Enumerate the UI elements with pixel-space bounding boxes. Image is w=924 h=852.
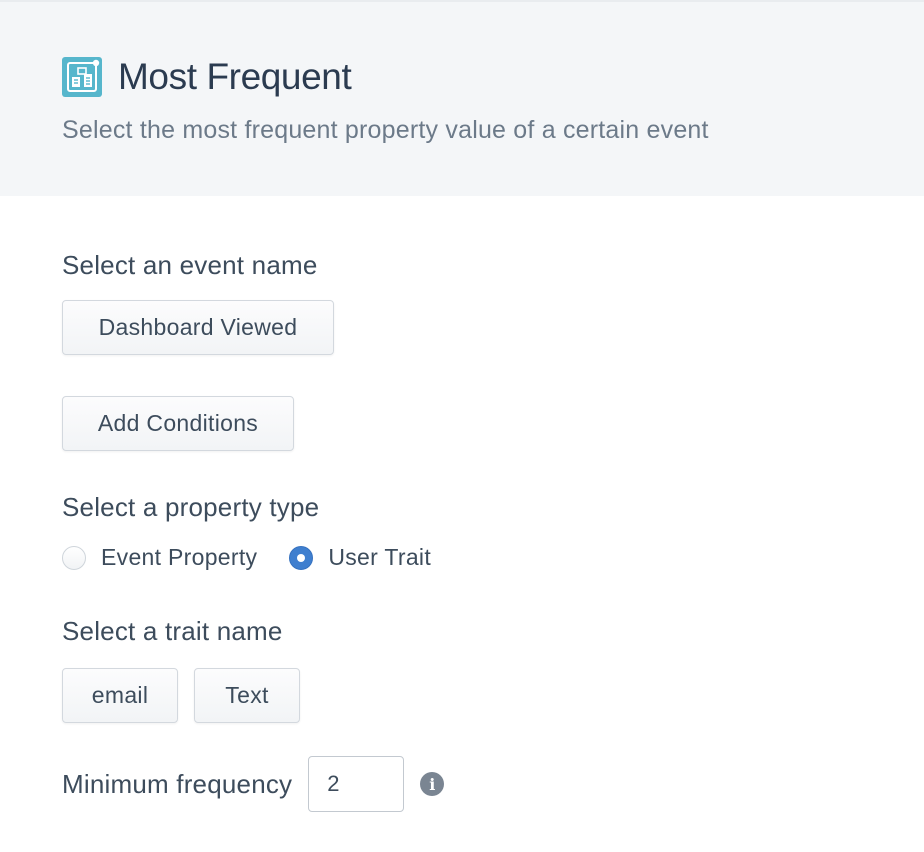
radio-label: User Trait <box>328 544 432 570</box>
trait-name-button[interactable]: email <box>62 668 178 723</box>
header-panel: Most Frequent Select the most frequent p… <box>0 0 924 196</box>
event-name-label: Select an event name <box>62 250 318 280</box>
title-row: Most Frequent <box>62 56 352 98</box>
radio-user-trait[interactable]: User Trait <box>289 544 431 571</box>
radio-button-checked[interactable] <box>289 545 314 570</box>
radio-label: Event Property <box>101 544 258 570</box>
trait-name-label: Select a trait name <box>62 616 283 646</box>
building-icon <box>62 57 102 97</box>
trait-type-button[interactable]: Text <box>194 668 300 723</box>
property-type-label: Select a property type <box>62 492 320 522</box>
frequency-input[interactable] <box>308 756 405 812</box>
property-type-radio-group: Event Property User Trait <box>62 544 463 571</box>
add-conditions-button[interactable]: Add Conditions <box>62 396 294 451</box>
frequency-label: Minimum frequency <box>62 768 293 799</box>
frequency-row: Minimum frequency i <box>62 756 445 812</box>
event-select-button[interactable]: Dashboard Viewed <box>62 300 334 355</box>
info-icon[interactable]: i <box>420 772 445 796</box>
radio-event-property[interactable]: Event Property <box>62 544 257 571</box>
page-subtitle: Select the most frequent property value … <box>62 116 709 144</box>
page-title: Most Frequent <box>118 56 352 97</box>
radio-button[interactable] <box>62 545 86 570</box>
